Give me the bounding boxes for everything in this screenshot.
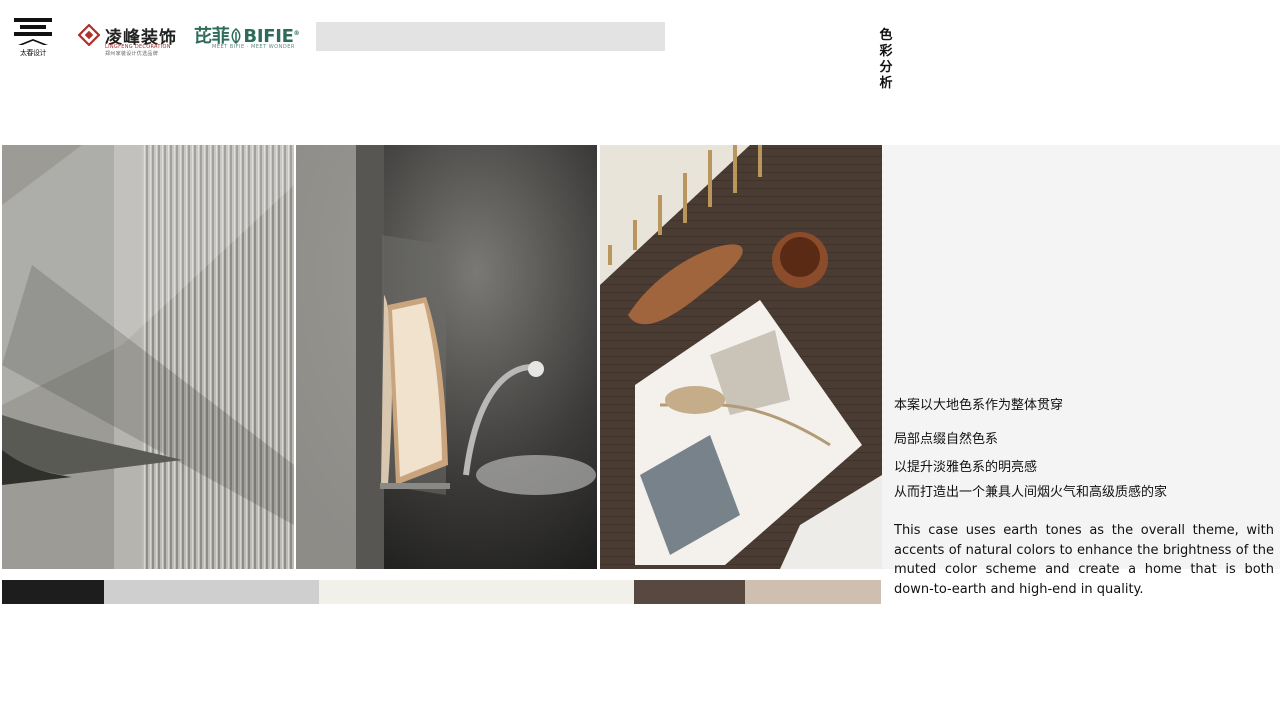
swatch-sand [745,580,881,604]
description-cn-line: 以提升淡雅色系的明亮感 [894,460,1038,475]
brand-bifie-sub: MEET BIFIE · MEET WONDER [212,44,295,50]
brand-logo-main: 太春设计 [14,18,52,58]
description-en: This case uses earth tones as the overal… [894,523,1274,597]
brand-logo-bifie: 芘菲 BIFIE® MEET BIFIE · MEET WONDER [194,22,306,52]
description-cn-line: 局部点缀自然色系 [894,432,999,447]
bifie-leaf-icon [231,28,241,44]
brand-main-name: 太春设计 [20,49,47,57]
mood-photo-wood-table [600,145,882,569]
mood-photo-book-shelf [296,145,597,569]
fluted-wall-illustration [2,145,294,569]
book-shelf-illustration [296,145,597,569]
swatch-light-grey [104,580,319,604]
wood-table-illustration [600,145,882,569]
header-title-bar [316,22,665,51]
description-cn-line: 从而打造出一个兼具人间烟火气和高级质感的家 [894,485,1168,500]
mood-photo-fluted-wall [2,145,294,569]
description-cn-line: 本案以大地色系作为整体贯穿 [894,398,1064,413]
swatch-charcoal [2,580,104,604]
brand-lingfeng-sub2: 郑州家装设计优选品牌 [105,51,159,57]
swatch-off-white [319,580,634,604]
section-title: 色彩分析 [879,28,893,91]
color-palette [2,580,881,604]
brand-bifie-registered: ® [293,30,300,37]
lingfeng-mark-icon [78,24,100,46]
swatch-dark-brown [634,580,745,604]
description-panel [882,145,1280,569]
brand-logo-lingfeng: 凌峰装饰 LINGFENG DECORATION 郑州家装设计优选品牌 [78,22,176,57]
